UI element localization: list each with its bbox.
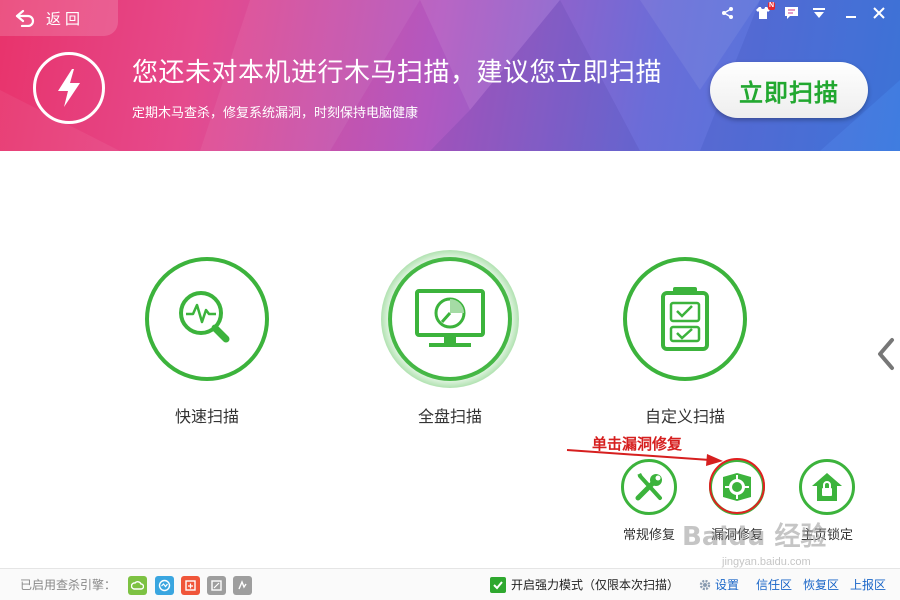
custom-scan-label: 自定义扫描 [644,409,725,426]
qvm-engine-icon[interactable] [155,576,174,595]
full-scan-label: 全盘扫描 [417,409,482,426]
trust-zone-link[interactable]: 信任区 [756,576,792,593]
power-mode-label: 开启强力模式（仅限本次扫描） [511,578,680,592]
back-arrow-icon [15,9,35,27]
back-label: 返回 [46,10,85,28]
watermark: Baidu 经验 [682,522,827,552]
highlight-ring [709,458,765,514]
report-zone-link[interactable]: 上报区 [850,576,886,593]
full-scan-option[interactable]: 全盘扫描 [381,250,519,427]
gear-icon [699,579,711,590]
quick-scan-label: 快速扫描 [174,409,239,426]
message-icon[interactable] [780,4,802,22]
settings-label: 设置 [715,578,740,592]
minimize-icon[interactable] [840,4,862,22]
chevron-left-icon[interactable] [872,334,900,374]
watermark-url: jingyan.baidu.com [722,556,811,568]
general-repair-label: 常规修复 [622,527,675,542]
engine5-icon[interactable] [233,576,252,595]
engine4-icon[interactable] [207,576,226,595]
skin-icon[interactable]: N [752,2,775,22]
quick-scan-icon [145,257,269,381]
cloud-engine-icon[interactable] [128,576,147,595]
share-icon[interactable] [717,4,739,22]
home-lock-icon [799,459,855,515]
power-mode-checkbox[interactable] [490,577,506,593]
scan-now-button[interactable]: 立即扫描 [710,62,868,118]
full-scan-icon [381,250,519,388]
lightning-icon [33,52,105,124]
general-repair-tool[interactable]: 常规修复 [609,459,689,543]
page-subline: 定期木马查杀，修复系统漏洞，时刻保持电脑健康 [132,105,419,120]
menu-icon[interactable] [808,4,830,22]
settings-button[interactable]: 设置 [698,576,739,593]
skin-new-badge: N [767,2,775,10]
page-headline: 您还未对本机进行木马扫描，建议您立即扫描 [132,57,663,87]
engines-label: 已启用查杀引擎： [20,578,117,592]
system-repair-engine-icon[interactable] [181,576,200,595]
close-icon[interactable] [868,4,890,22]
custom-scan-icon [623,257,747,381]
header-banner: 返回 您还未对本机进行木马扫描，建议您立即扫描 定期木马查杀，修复系统漏洞，时刻… [0,0,900,151]
status-bar: 已启用查杀引擎： 开启强力模式（仅限本次扫描） 设置 信任区 恢复区 上报区 [0,568,900,600]
restore-zone-link[interactable]: 恢复区 [803,576,839,593]
wrench-icon [621,459,677,515]
custom-scan-option[interactable]: 自定义扫描 [620,257,750,427]
quick-scan-option[interactable]: 快速扫描 [142,257,272,427]
back-button[interactable]: 返回 [0,0,118,36]
